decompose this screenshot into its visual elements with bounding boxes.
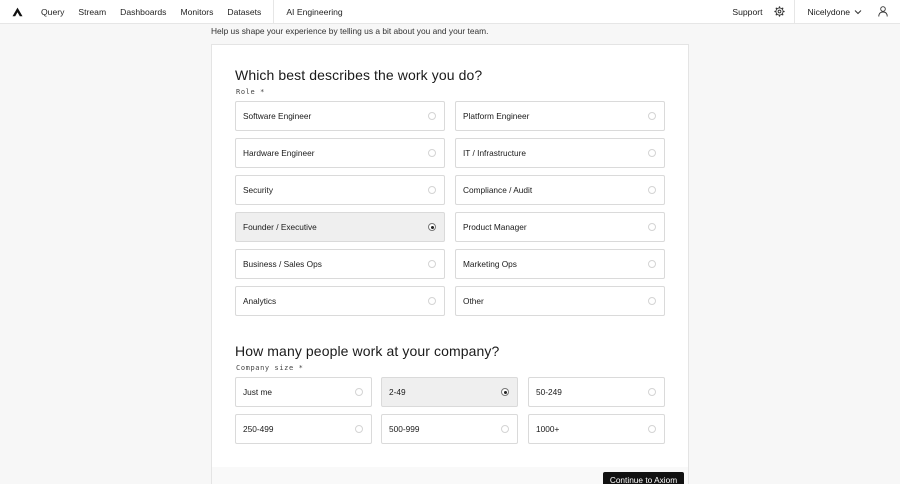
role-option-founder-executive[interactable]: Founder / Executive: [235, 212, 445, 242]
radio-icon[interactable]: [501, 425, 509, 433]
support-link[interactable]: Support: [724, 7, 770, 17]
nav-ai-engineering[interactable]: AI Engineering: [279, 0, 349, 24]
option-label: Platform Engineer: [463, 111, 530, 121]
gear-icon[interactable]: [770, 0, 788, 24]
role-option-analytics[interactable]: Analytics: [235, 286, 445, 316]
org-name: Nicelydone: [807, 6, 850, 17]
radio-icon[interactable]: [428, 260, 436, 268]
option-label: Just me: [243, 387, 273, 397]
nav-divider: [273, 0, 275, 24]
company-size-heading: How many people work at your company?: [235, 343, 500, 359]
top-nav-right: Support Nicelydone: [724, 0, 900, 24]
axiom-logo-icon[interactable]: [0, 0, 34, 24]
option-label: Marketing Ops: [463, 259, 517, 269]
option-label: Security: [243, 185, 273, 195]
user-icon[interactable]: [872, 0, 894, 24]
radio-icon[interactable]: [355, 388, 363, 396]
radio-icon[interactable]: [648, 112, 656, 120]
chevron-down-icon: [854, 9, 862, 14]
option-label: 2-49: [389, 387, 406, 397]
company-size-option-250-499[interactable]: 250-499: [235, 414, 372, 444]
role-option-compliance-audit[interactable]: Compliance / Audit: [455, 175, 665, 205]
radio-icon[interactable]: [648, 297, 656, 305]
radio-icon[interactable]: [648, 425, 656, 433]
option-label: 50-249: [536, 387, 562, 397]
radio-icon[interactable]: [355, 425, 363, 433]
radio-icon[interactable]: [648, 388, 656, 396]
role-option-hardware-engineer[interactable]: Hardware Engineer: [235, 138, 445, 168]
company-size-option-just-me[interactable]: Just me: [235, 377, 372, 407]
nav-stream[interactable]: Stream: [71, 0, 113, 24]
option-label: Compliance / Audit: [463, 185, 533, 195]
continue-button[interactable]: Continue to Axiom: [603, 472, 684, 484]
option-label: Software Engineer: [243, 111, 312, 121]
role-option-other[interactable]: Other: [455, 286, 665, 316]
role-option-software-engineer[interactable]: Software Engineer: [235, 101, 445, 131]
company-size-field-label: Company size *: [236, 364, 304, 372]
radio-icon[interactable]: [648, 186, 656, 194]
radio-icon[interactable]: [648, 149, 656, 157]
role-field-label: Role *: [236, 88, 265, 96]
role-heading: Which best describes the work you do?: [235, 67, 483, 83]
option-label: Other: [463, 296, 484, 306]
role-option-platform-engineer[interactable]: Platform Engineer: [455, 101, 665, 131]
radio-icon[interactable]: [428, 112, 436, 120]
top-nav-bar: Query Stream Dashboards Monitors Dataset…: [0, 0, 900, 24]
company-size-option-1000[interactable]: 1000+: [528, 414, 665, 444]
nav-query[interactable]: Query: [34, 0, 71, 24]
org-switcher[interactable]: Nicelydone: [795, 7, 872, 17]
role-option-it-infrastructure[interactable]: IT / Infrastructure: [455, 138, 665, 168]
role-option-product-manager[interactable]: Product Manager: [455, 212, 665, 242]
company-size-option-500-999[interactable]: 500-999: [381, 414, 518, 444]
company-size-option-50-249[interactable]: 50-249: [528, 377, 665, 407]
option-label: 500-999: [389, 424, 420, 434]
option-label: Product Manager: [463, 222, 527, 232]
option-label: Business / Sales Ops: [243, 259, 322, 269]
option-label: 1000+: [536, 424, 560, 434]
radio-icon[interactable]: [428, 186, 436, 194]
radio-icon[interactable]: [428, 297, 436, 305]
radio-icon[interactable]: [648, 223, 656, 231]
nav-monitors[interactable]: Monitors: [173, 0, 220, 24]
main-nav: Query Stream Dashboards Monitors Dataset…: [34, 0, 350, 24]
radio-icon[interactable]: [428, 149, 436, 157]
nav-dashboards[interactable]: Dashboards: [113, 0, 173, 24]
radio-icon[interactable]: [501, 388, 509, 396]
page-subtitle: Help us shape your experience by telling…: [211, 26, 489, 36]
option-label: Hardware Engineer: [243, 148, 315, 158]
company-size-option-2-49[interactable]: 2-49: [381, 377, 518, 407]
role-option-security[interactable]: Security: [235, 175, 445, 205]
radio-icon[interactable]: [648, 260, 656, 268]
option-label: IT / Infrastructure: [463, 148, 527, 158]
option-label: 250-499: [243, 424, 274, 434]
role-option-marketing-ops[interactable]: Marketing Ops: [455, 249, 665, 279]
option-label: Founder / Executive: [243, 222, 317, 232]
nav-datasets[interactable]: Datasets: [220, 0, 268, 24]
role-option-business-sales-ops[interactable]: Business / Sales Ops: [235, 249, 445, 279]
radio-icon[interactable]: [428, 223, 436, 231]
option-label: Analytics: [243, 296, 277, 306]
